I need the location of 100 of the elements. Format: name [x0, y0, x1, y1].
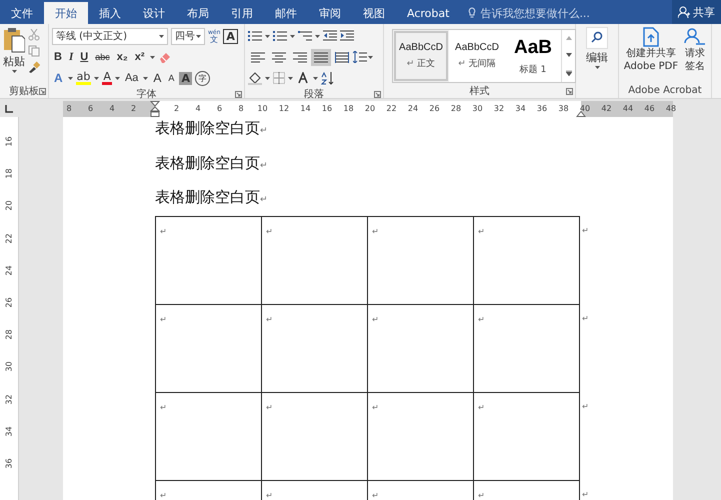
format-button[interactable]: abc: [93, 48, 112, 66]
ruler-number: 38: [558, 104, 569, 113]
ruler-number: 20: [364, 104, 376, 113]
row-end-mark: ↵: [582, 490, 589, 499]
font-size-field[interactable]: 四号: [171, 28, 205, 44]
tab-stop-icon[interactable]: [5, 105, 13, 113]
format-button[interactable]: x²: [132, 48, 146, 66]
table-cell: ↵: [368, 304, 474, 392]
caret-icon[interactable]: [368, 56, 373, 58]
caret-icon[interactable]: [313, 76, 318, 80]
ruler-number: 22: [386, 104, 397, 113]
character-shading-button[interactable]: A: [179, 72, 192, 84]
ruler-number: 24: [4, 265, 14, 276]
ruler-number: 2: [174, 104, 180, 113]
ribbon-tab[interactable]: 视图: [352, 2, 396, 24]
ruler-number: 30: [4, 362, 14, 372]
row-end-mark: ↵: [582, 402, 589, 411]
person-sign-icon: [684, 27, 706, 47]
caret-icon[interactable]: [265, 76, 270, 80]
dialog-launcher-icon[interactable]: [235, 91, 242, 98]
request-signature-button[interactable]: 请求 签名: [684, 27, 706, 83]
character-border-button[interactable]: A: [223, 28, 238, 44]
ribbon-tab[interactable]: 邮件: [264, 2, 308, 24]
caret-icon[interactable]: [143, 76, 148, 80]
dialog-launcher-icon[interactable]: [566, 88, 573, 95]
table-cell: ↵: [262, 392, 368, 480]
bullets-icon[interactable]: [248, 30, 262, 42]
paintbrush-icon[interactable]: [28, 61, 40, 73]
tell-me-field[interactable]: 告诉我您想要做什么...: [480, 6, 590, 20]
caret-icon[interactable]: [290, 34, 295, 38]
enclose-character-button[interactable]: 字: [194, 70, 210, 86]
paste-button[interactable]: 粘贴: [3, 27, 25, 83]
decrease-indent-icon[interactable]: [323, 30, 337, 42]
format-button[interactable]: I: [66, 48, 76, 66]
caret-icon[interactable]: [196, 34, 201, 38]
sort-icon[interactable]: [321, 72, 335, 84]
table-cell: ↵: [156, 392, 262, 480]
caret-icon[interactable]: [114, 76, 120, 80]
ribbon-tab[interactable]: Acrobat: [396, 2, 460, 24]
caret-icon[interactable]: [150, 56, 154, 58]
ruler-number: 32: [4, 394, 14, 404]
table-cell: ↵: [262, 216, 368, 304]
text-effects-button[interactable]: A: [52, 70, 65, 86]
paragraph-text: 表格删除空白页↵: [155, 152, 269, 174]
ruler-number: 28: [4, 330, 14, 340]
ribbon-tab[interactable]: 布局: [176, 2, 220, 24]
caret-icon[interactable]: [265, 34, 270, 38]
ruler-number: 44: [622, 104, 634, 113]
caret-icon[interactable]: [159, 34, 164, 38]
line-spacing-icon[interactable]: [353, 51, 367, 63]
create-pdf-button[interactable]: 创建并共享 Adobe PDF: [624, 27, 678, 83]
ruler-number: 40: [580, 104, 590, 113]
ruler-number: 46: [644, 104, 655, 113]
dialog-launcher-icon[interactable]: [39, 88, 46, 95]
indent-marker-icon[interactable]: [150, 101, 160, 117]
ribbon-tab[interactable]: 开始: [44, 2, 88, 24]
scroll-down-icon[interactable]: [566, 52, 572, 57]
ruler-number: 14: [300, 104, 311, 113]
change-case-button[interactable]: Aa: [122, 70, 140, 86]
ruler-number: 20: [4, 200, 14, 211]
align-center-icon: [272, 52, 286, 62]
format-button[interactable]: U: [78, 48, 90, 66]
align-justify-button[interactable]: [311, 48, 331, 66]
group-label: 段落: [304, 88, 324, 101]
document-share-icon: [642, 27, 660, 47]
ruler-number: 18: [4, 168, 14, 179]
caret-icon[interactable]: [315, 34, 320, 38]
person-icon[interactable]: [678, 6, 690, 18]
caret-icon[interactable]: [94, 76, 100, 80]
lightbulb-icon[interactable]: [468, 7, 476, 19]
more-icon[interactable]: [566, 70, 572, 76]
shrink-font-button[interactable]: A: [166, 70, 176, 86]
caret-icon[interactable]: [594, 66, 600, 69]
format-button[interactable]: x₂: [114, 48, 130, 66]
ribbon-tab[interactable]: 引用: [220, 2, 264, 24]
font-name-field[interactable]: 等线 (中文正文): [52, 28, 168, 44]
font-color-button[interactable]: A: [102, 72, 112, 84]
ribbon-tab[interactable]: 设计: [132, 2, 176, 24]
highlight-button[interactable]: ab: [76, 72, 92, 84]
ribbon-tab[interactable]: 审阅: [308, 2, 352, 24]
style-item[interactable]: AaBbCcD ↵ 正文: [393, 30, 449, 82]
share-button[interactable]: 共享: [672, 0, 721, 24]
caret-icon[interactable]: [12, 70, 16, 73]
paint-bucket-icon[interactable]: [248, 72, 262, 84]
numbering-icon[interactable]: [273, 30, 287, 42]
caret-icon[interactable]: [288, 76, 293, 80]
ribbon-tab[interactable]: 文件: [0, 2, 44, 24]
dialog-launcher-icon[interactable]: [374, 91, 381, 98]
caret-icon[interactable]: [68, 76, 73, 80]
editing-button[interactable]: 编辑: [586, 27, 608, 83]
multilevel-list-icon[interactable]: [298, 30, 312, 42]
ruler-number: 24: [408, 104, 418, 113]
grow-font-button[interactable]: A: [151, 70, 164, 86]
format-button[interactable]: B: [52, 48, 64, 66]
ruler-number: 6: [88, 104, 94, 113]
ruler-number: 34: [4, 426, 14, 436]
table-cell: ↵: [262, 304, 368, 392]
increase-indent-icon[interactable]: [340, 30, 354, 42]
ribbon-tab[interactable]: 插入: [88, 2, 132, 24]
table-cell: ↵: [474, 304, 580, 392]
